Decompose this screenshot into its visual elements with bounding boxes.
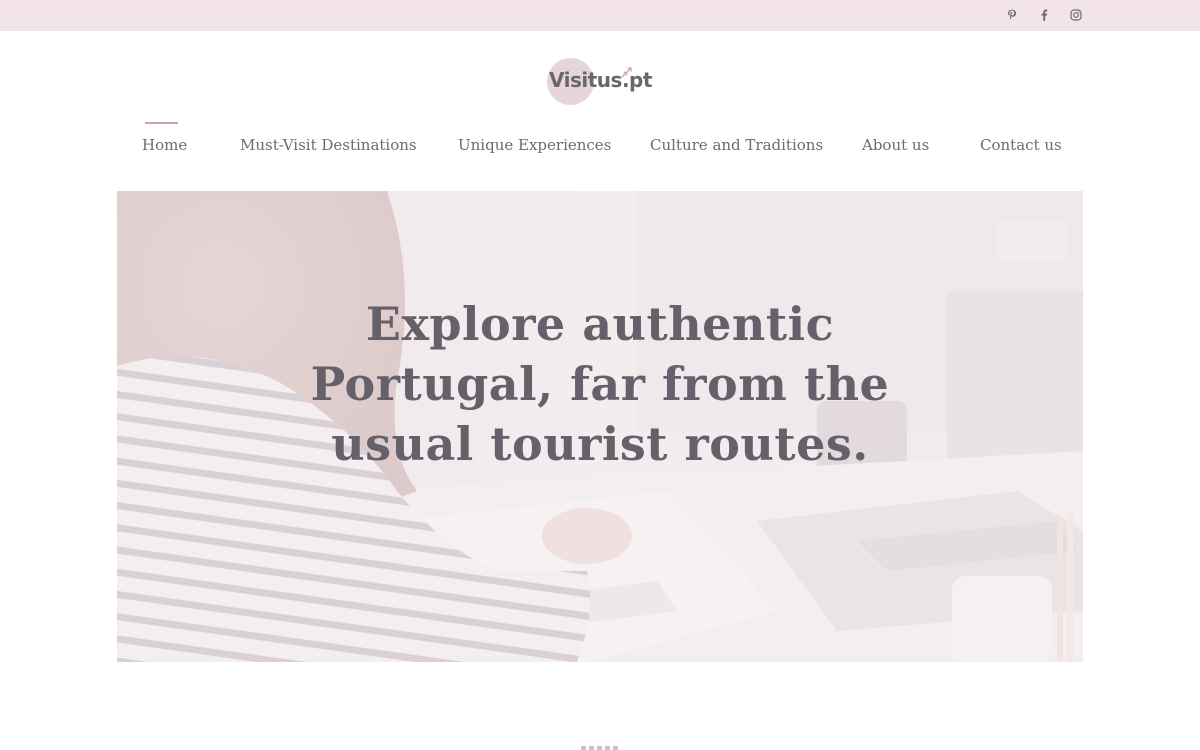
social-links: [1004, 0, 1084, 30]
hero-title-line-1: Explore authentic: [365, 297, 835, 351]
pinterest-icon[interactable]: [1004, 7, 1020, 23]
nav-item-unique-experiences[interactable]: Unique Experiences: [458, 136, 611, 154]
nav-item-culture-and-traditions[interactable]: Culture and Traditions: [650, 136, 823, 154]
top-bar: [0, 0, 1200, 31]
hero-title: Explore authentic Portugal, far from the…: [117, 294, 1083, 474]
facebook-icon[interactable]: [1036, 7, 1052, 23]
site-logo[interactable]: Visitus.pt: [547, 58, 657, 106]
logo-text: Visitus.pt: [549, 68, 652, 92]
hero-banner: Explore authentic Portugal, far from the…: [117, 191, 1083, 662]
section-divider: [581, 746, 618, 750]
airplane-icon: [621, 67, 632, 78]
nav-item-about-us[interactable]: About us: [862, 136, 929, 154]
nav-item-must-visit-destinations[interactable]: Must-Visit Destinations: [240, 136, 417, 154]
nav-item-home[interactable]: Home: [142, 136, 187, 154]
nav-item-contact-us[interactable]: Contact us: [980, 136, 1062, 154]
hero-title-line-2: Portugal, far from the: [310, 357, 890, 411]
instagram-icon[interactable]: [1068, 7, 1084, 23]
main-nav: Home Must-Visit Destinations Unique Expe…: [0, 120, 1200, 170]
hero-title-line-3: usual tourist routes.: [331, 417, 869, 471]
active-nav-indicator: [145, 122, 178, 124]
